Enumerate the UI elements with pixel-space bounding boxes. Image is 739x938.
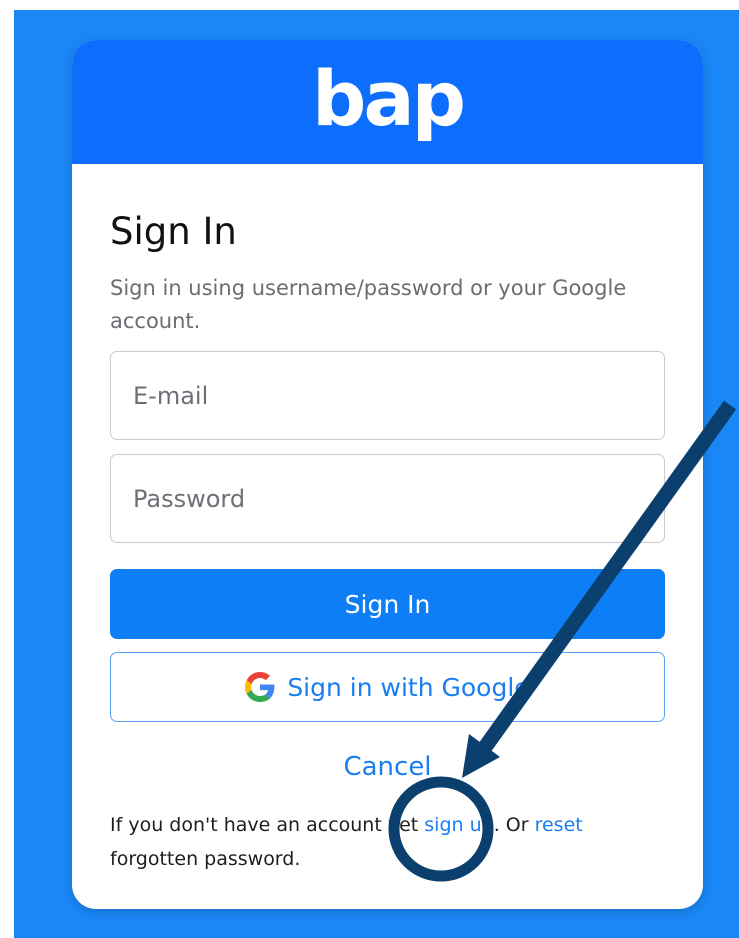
- note-middle: . Or: [493, 814, 535, 836]
- page-title: Sign In: [110, 210, 237, 253]
- email-field[interactable]: [110, 351, 665, 440]
- signin-card: bap Sign In Sign in using username/passw…: [72, 40, 703, 909]
- google-g-icon: [245, 672, 275, 702]
- bap-logo: bap: [311, 54, 466, 143]
- note-suffix: forgotten password.: [110, 848, 301, 870]
- note-prefix: If you don't have an account yet: [110, 814, 425, 836]
- signin-button[interactable]: Sign In: [110, 569, 665, 639]
- signin-description: Sign in using username/password or your …: [110, 276, 627, 333]
- signup-note: If you don't have an account yet sign up…: [110, 808, 670, 876]
- password-field[interactable]: [110, 454, 665, 543]
- signup-link[interactable]: sign up: [424, 814, 493, 836]
- google-signin-button[interactable]: Sign in with Google: [110, 652, 665, 722]
- card-header: bap: [72, 40, 703, 164]
- reset-password-link[interactable]: reset: [535, 814, 583, 836]
- google-button-label: Sign in with Google: [287, 672, 530, 702]
- page-background: bap Sign In Sign in using username/passw…: [14, 10, 739, 938]
- cancel-link[interactable]: Cancel: [72, 752, 703, 782]
